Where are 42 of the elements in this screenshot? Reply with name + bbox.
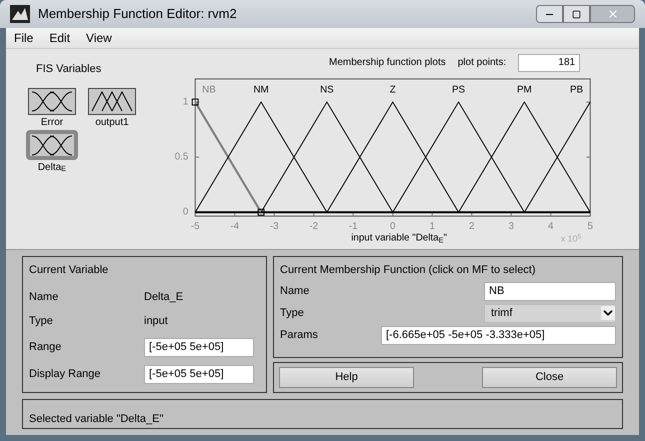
x-tick-label: -1 bbox=[348, 220, 358, 232]
mf-label: PS bbox=[452, 84, 466, 96]
x-tick-label: 4 bbox=[548, 220, 554, 232]
field-label: Name bbox=[280, 284, 310, 299]
exponent-label: x 10$^{5}$ bbox=[560, 232, 582, 246]
variable-type: input bbox=[144, 314, 169, 329]
window-title: Membership Function Editor: rvm2 bbox=[38, 5, 237, 24]
panel-title: Current Variable bbox=[29, 263, 110, 278]
x-axis-label: input variable "Delta$_{E}$" bbox=[350, 231, 448, 246]
x-tick-label: 0 bbox=[390, 220, 396, 232]
mf-label: NB bbox=[202, 84, 216, 96]
x-tick-label: -4 bbox=[230, 220, 240, 232]
mf-label: NM bbox=[253, 84, 269, 96]
variable-label: output1 bbox=[95, 116, 129, 130]
x-tick-label: 2 bbox=[469, 220, 474, 232]
field-label: Type bbox=[280, 306, 304, 321]
mf-label: NS bbox=[320, 84, 334, 96]
x-tick-label: -2 bbox=[309, 220, 318, 232]
x-tick-label: 1 bbox=[430, 220, 435, 232]
x-tick-label: 3 bbox=[508, 220, 514, 232]
plot-title: Membership function plots bbox=[329, 56, 446, 70]
plot-points-label: plot points: bbox=[458, 56, 506, 70]
status-message: Selected variable "Delta_E" bbox=[29, 413, 164, 425]
section-title: FIS Variables bbox=[36, 62, 102, 77]
field-label: Type bbox=[29, 314, 54, 329]
field-label: Display Range bbox=[29, 366, 102, 382]
field-label: Params bbox=[280, 328, 318, 343]
y-tick-label: 0.5 bbox=[174, 151, 188, 162]
variable-label: Delta$_{E}$ bbox=[38, 160, 66, 174]
field-label: Name bbox=[29, 290, 60, 304]
y-tick-label: 0 bbox=[182, 206, 188, 218]
field-label: Range bbox=[29, 340, 62, 355]
mf-label: PB bbox=[570, 84, 584, 96]
x-tick-label: -3 bbox=[270, 220, 279, 232]
panel-title: Current Membership Function (click on MF to select) bbox=[280, 263, 537, 278]
mf-label: Z bbox=[390, 84, 396, 96]
x-tick-label: -5 bbox=[190, 220, 200, 232]
variable-label: Error bbox=[40, 116, 64, 130]
x-tick-label: 5 bbox=[588, 220, 593, 232]
mf-label: PM bbox=[517, 84, 532, 96]
variable-name: Delta_E bbox=[144, 290, 184, 304]
y-tick-label: 1 bbox=[182, 96, 188, 108]
